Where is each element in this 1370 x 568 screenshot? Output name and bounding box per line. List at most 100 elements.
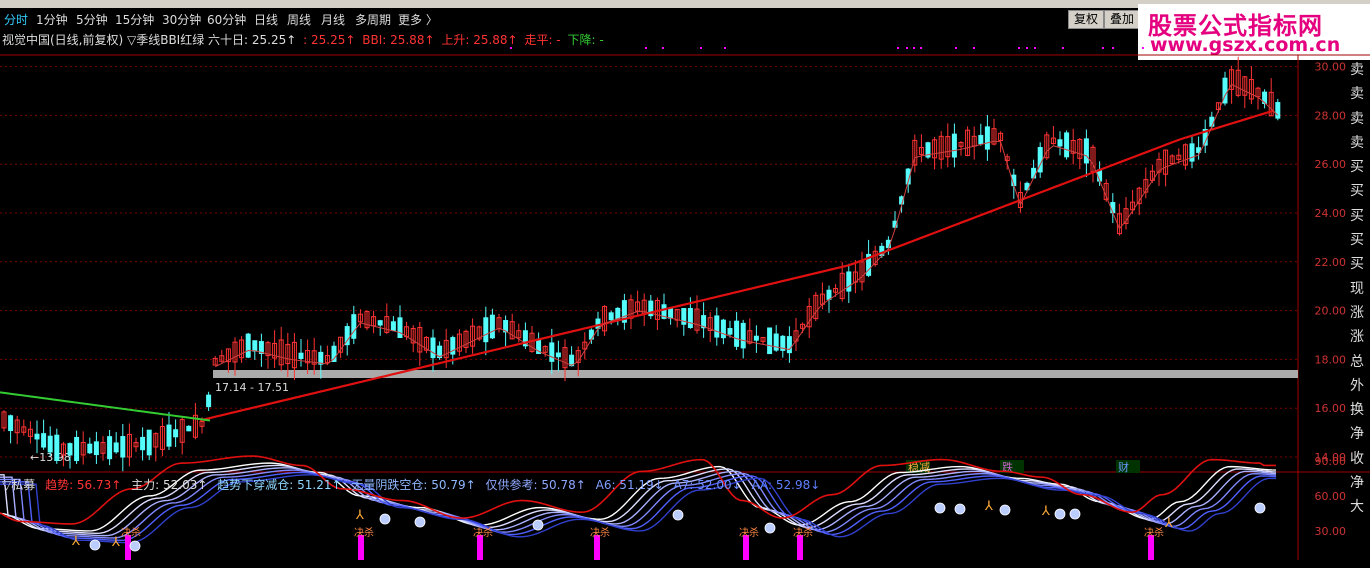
indicator-name[interactable]: ▽私募 — [2, 478, 35, 492]
cup-icon — [764, 522, 776, 534]
candle-body — [767, 327, 773, 355]
event-label: 财 — [1118, 460, 1129, 474]
candle-body — [8, 415, 14, 432]
price-tick-label: 22.00 — [1315, 256, 1347, 269]
no-fall-value: 无量阴跌空仓: 50.79↑ — [351, 478, 476, 492]
signal-dot — [724, 47, 726, 49]
candle-body — [41, 433, 47, 448]
bbi-green-line — [0, 391, 211, 422]
candle-body — [377, 320, 383, 326]
cup-icon — [672, 509, 684, 521]
right-quote-list: 卖 卖 卖 卖 买 买 买 买 买 现 涨 涨 总 外 换 净 收 净 大 — [1350, 58, 1370, 520]
signal-dot — [700, 47, 702, 49]
candle-body — [1275, 102, 1281, 119]
candle-body — [549, 342, 555, 362]
quote-row: 买 — [1350, 159, 1364, 176]
quote-row: 卖 — [1350, 134, 1364, 151]
short-ma-line — [214, 83, 1279, 368]
signal-dot — [973, 47, 975, 49]
candle-body — [720, 319, 726, 339]
cup-icon — [1054, 508, 1066, 520]
support-band — [213, 370, 1298, 378]
quote-row: 净 — [1350, 426, 1364, 443]
signal-dot — [1142, 47, 1144, 49]
signal-label: 决杀 — [121, 526, 141, 539]
hand-icon: ⅄ — [984, 499, 993, 514]
candle-body — [489, 314, 495, 339]
candle-body — [687, 307, 693, 329]
signal-label: 决杀 — [473, 526, 493, 539]
candle-body — [87, 443, 93, 454]
candle-body — [113, 442, 119, 453]
price-tick-label: 18.00 — [1315, 353, 1347, 366]
candle-body — [951, 133, 957, 158]
a6-value: A6: 51.19↓ — [595, 478, 664, 492]
candle-body — [740, 322, 746, 349]
aa-value: AA: 52.98↓ — [751, 478, 821, 492]
quote-row: 外 — [1350, 377, 1364, 394]
hand-icon: ⅄ — [1164, 516, 1173, 531]
signal-dot — [645, 47, 647, 49]
candle-body — [166, 424, 172, 447]
candle-body — [1064, 132, 1070, 158]
cup-icon — [414, 516, 426, 528]
candle-body — [146, 429, 152, 456]
hand-icon: ⅄ — [355, 508, 364, 523]
quote-row: 净 — [1350, 475, 1364, 492]
cup-icon — [934, 502, 946, 514]
price-tick-label: 24.00 — [1315, 207, 1347, 220]
signal-dot — [1034, 47, 1036, 49]
candle-body — [318, 351, 324, 365]
candle-body — [978, 134, 984, 145]
candle-body — [390, 321, 396, 331]
candle-body — [1189, 143, 1195, 162]
candle-body — [93, 441, 99, 456]
trend-value: 趋势: 56.73↑ — [45, 478, 122, 492]
candle-body — [1083, 138, 1089, 164]
cup-icon — [1069, 508, 1081, 520]
candle-body — [714, 315, 720, 338]
quote-row: 换 — [1350, 402, 1364, 419]
signal-label: 决杀 — [793, 526, 813, 539]
candle-body — [846, 271, 852, 292]
indicator-tick-label: 60.00 — [1315, 490, 1347, 503]
price-tick-label: 20.00 — [1315, 305, 1347, 318]
cup-icon — [999, 504, 1011, 516]
range-label: 17.14 - 17.51 — [215, 381, 289, 394]
candle-body — [615, 307, 621, 320]
candle-body — [351, 314, 357, 339]
signal-label: 决杀 — [739, 526, 759, 539]
signal-dot — [920, 47, 922, 49]
candle-body — [140, 436, 146, 451]
quote-row: 大 — [1350, 499, 1364, 516]
hand-icon: ⅄ — [111, 535, 120, 550]
candle-body — [252, 340, 258, 352]
candle-body — [1057, 139, 1063, 147]
quote-row: 现 — [1350, 280, 1364, 297]
price-tick-label: 16.00 — [1315, 402, 1347, 415]
quote-row: 卖 — [1350, 86, 1364, 103]
indicator-header: ▽私募 趋势: 56.73↑ 主力: 52.03↑ 趋势下穿减仓: 51.21↑… — [2, 476, 826, 493]
quote-row: 买 — [1350, 207, 1364, 224]
cup-icon — [129, 540, 141, 552]
signal-dot — [913, 47, 915, 49]
candle-body — [826, 289, 832, 300]
quote-row: 卖 — [1350, 110, 1364, 127]
candle-body — [753, 335, 759, 341]
candle-body — [186, 425, 192, 432]
cup-icon — [532, 519, 544, 531]
candle-body — [984, 126, 990, 150]
signal-dot — [1102, 47, 1104, 49]
cup-icon — [379, 513, 391, 525]
candle-body — [47, 435, 53, 453]
candle-body — [34, 433, 40, 440]
candle-body — [727, 328, 733, 335]
candle-body — [1209, 116, 1215, 127]
candle-body — [298, 352, 304, 360]
candle-body — [54, 434, 60, 462]
price-tick-label: 30.00 — [1315, 61, 1347, 74]
down-hold-value: 趋势下穿减仓: 51.21↑ — [217, 478, 342, 492]
indicator-tick-label: 30.00 — [1315, 525, 1347, 538]
a7-value: A7: 52.00↓ — [673, 478, 742, 492]
signal-dot — [1062, 47, 1064, 49]
